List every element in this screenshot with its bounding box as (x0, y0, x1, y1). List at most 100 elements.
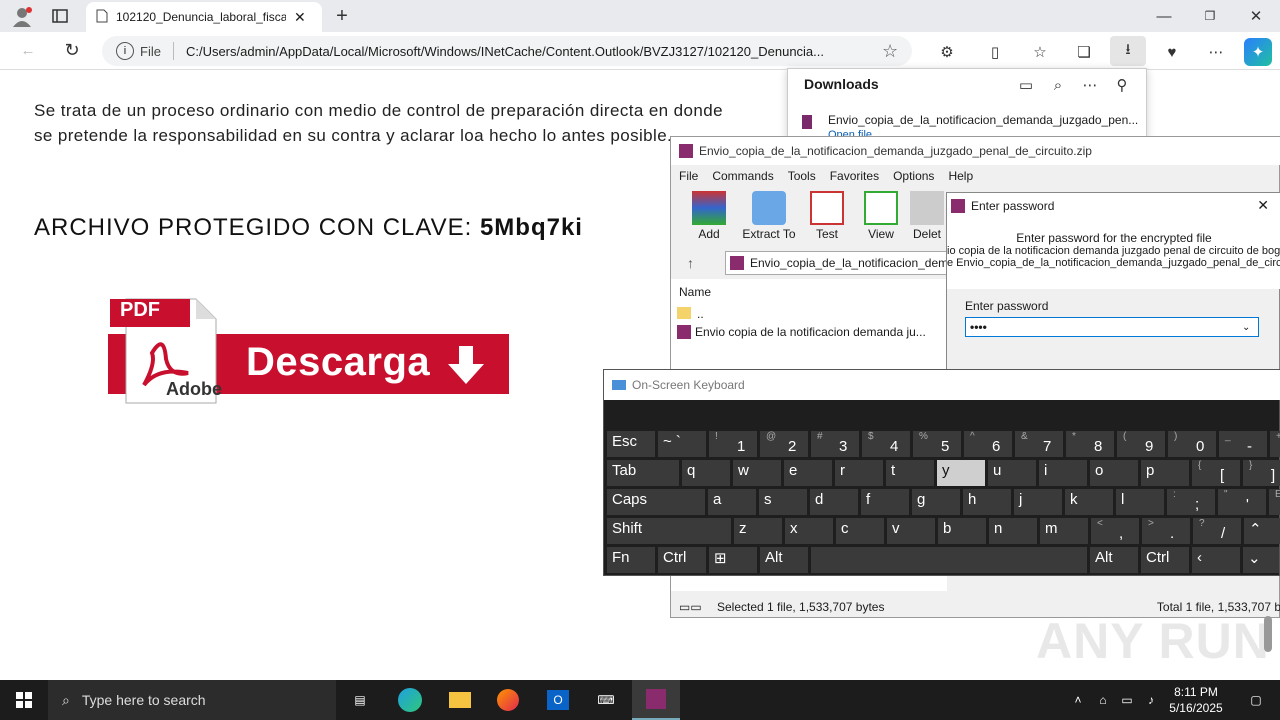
dropdown-icon[interactable]: ⌄ (1242, 322, 1258, 333)
key-shift[interactable]: Shift (607, 518, 731, 544)
key--[interactable]: _ - (1219, 431, 1267, 457)
password-field[interactable]: •••• ⌄ (965, 317, 1259, 337)
search-icon[interactable]: ⌕ (1048, 75, 1068, 95)
performance-icon[interactable]: ♥ (1160, 40, 1184, 64)
volume-icon[interactable]: ♪ (1140, 680, 1162, 720)
up-arrow-icon[interactable]: ↑ (687, 255, 694, 271)
taskbar-search[interactable]: ⌕ Type here to search (48, 680, 336, 720)
info-icon[interactable]: i (116, 42, 134, 60)
edge-icon[interactable] (386, 680, 434, 720)
key-u[interactable]: u (988, 460, 1036, 486)
refresh-icon[interactable]: ↻ (60, 38, 84, 62)
wifi-icon[interactable]: ▭ (1116, 680, 1138, 720)
keyboard-app-icon[interactable]: ⌨ (582, 680, 630, 720)
outlook-icon[interactable]: O (534, 680, 582, 720)
file-explorer-icon[interactable] (436, 680, 484, 720)
key-3[interactable]: #3 (811, 431, 859, 457)
key-g[interactable]: g (912, 489, 960, 515)
key-r[interactable]: r (835, 460, 883, 486)
list-item[interactable]: .. (677, 307, 704, 321)
list-item[interactable]: Envio copia de la notificacion demanda j… (677, 325, 926, 339)
key-bracket[interactable]: }] (1243, 460, 1280, 486)
scrollbar-thumb[interactable] (1264, 616, 1272, 652)
view-button[interactable]: View (853, 191, 909, 245)
key-h[interactable]: h (963, 489, 1011, 515)
pin-icon[interactable]: ⚲ (1112, 75, 1132, 95)
new-tab-icon[interactable]: + (330, 4, 354, 28)
download-item-name[interactable]: Envio_copia_de_la_notificacion_demanda_j… (828, 113, 1138, 127)
key-alt[interactable]: Alt (1090, 547, 1138, 573)
back-icon[interactable]: ← (16, 38, 40, 62)
notifications-icon[interactable]: ▢ (1232, 680, 1280, 720)
minimize-icon[interactable]: — (1152, 4, 1176, 28)
key-9[interactable]: (9 (1117, 431, 1165, 457)
profile-icon[interactable] (10, 4, 34, 28)
key-punct[interactable]: E (1269, 489, 1280, 515)
key-punct[interactable]: ? / (1193, 518, 1241, 544)
key-v[interactable]: v (887, 518, 935, 544)
key-b[interactable]: b (938, 518, 986, 544)
close-window-icon[interactable]: ✕ (1244, 4, 1268, 28)
key-q[interactable]: q (682, 460, 730, 486)
key-6[interactable]: ^ 6 (964, 431, 1012, 457)
menu-favorites[interactable]: Favorites (830, 169, 879, 183)
tray-chevron-icon[interactable]: ˄ (1066, 680, 1090, 720)
network-icon[interactable]: ⌂ (1092, 680, 1114, 720)
collections-icon[interactable]: ❏ (1072, 40, 1096, 64)
key-k[interactable]: k (1065, 489, 1113, 515)
key-alt[interactable]: Alt (760, 547, 808, 573)
key-s[interactable]: s (759, 489, 807, 515)
key-n[interactable]: n (989, 518, 1037, 544)
key-left-arrow[interactable]: ‹ (1192, 547, 1240, 573)
key-y[interactable]: y (937, 460, 985, 486)
menu-options[interactable]: Options (893, 169, 934, 183)
key-4[interactable]: $4 (862, 431, 910, 457)
key-up-arrow[interactable]: ⌃ (1244, 518, 1280, 544)
column-name[interactable]: Name (679, 285, 711, 299)
key-punct[interactable]: <, (1091, 518, 1139, 544)
key-0[interactable]: ) 0 (1168, 431, 1216, 457)
key-windows[interactable]: ⊞ (709, 547, 757, 573)
key-punct[interactable]: :; (1167, 489, 1215, 515)
key-l[interactable]: l (1116, 489, 1164, 515)
menu-commands[interactable]: Commands (712, 169, 773, 183)
key-tab[interactable]: Tab (607, 460, 679, 486)
firefox-icon[interactable] (484, 680, 532, 720)
path-field[interactable]: Envio_copia_de_la_notificacion_dema (725, 251, 951, 275)
key-punct[interactable]: " ' (1218, 489, 1266, 515)
key-punct[interactable]: >. (1142, 518, 1190, 544)
key-ctrl[interactable]: Ctrl (1141, 547, 1189, 573)
key-p[interactable]: p (1141, 460, 1189, 486)
address-bar[interactable]: i File C:/Users/admin/AppData/Local/Micr… (102, 36, 912, 66)
key-m[interactable]: m (1040, 518, 1088, 544)
key-8[interactable]: * 8 (1066, 431, 1114, 457)
task-view-icon[interactable]: ▤ (336, 680, 384, 720)
clock[interactable]: 8:11 PM 5/16/2025 (1164, 684, 1228, 716)
key-1[interactable]: ! 1 (709, 431, 757, 457)
add-button[interactable]: Add (681, 191, 737, 245)
key-down-arrow[interactable]: ⌄ (1243, 547, 1279, 573)
key-f[interactable]: f (861, 489, 909, 515)
favorite-star-icon[interactable]: ☆ (882, 41, 898, 62)
key-t[interactable]: t (886, 460, 934, 486)
close-tab-icon[interactable]: ✕ (294, 9, 306, 26)
key-j[interactable]: j (1014, 489, 1062, 515)
key-w[interactable]: w (733, 460, 781, 486)
key-a[interactable]: a (708, 489, 756, 515)
key-fn[interactable]: Fn (607, 547, 655, 573)
key-7[interactable]: & 7 (1015, 431, 1063, 457)
more-menu-icon[interactable]: ⋯ (1204, 40, 1228, 64)
key-e[interactable]: e (784, 460, 832, 486)
delete-button[interactable]: Delet (907, 191, 947, 245)
key-bracket[interactable]: {[ (1192, 460, 1240, 486)
key-o[interactable]: o (1090, 460, 1138, 486)
key-plus[interactable]: + (1270, 431, 1280, 457)
copilot-icon[interactable]: ✦ (1244, 38, 1272, 66)
folder-icon[interactable]: ▭ (1016, 75, 1036, 95)
tab-actions-icon[interactable] (48, 4, 72, 28)
key-5[interactable]: % 5 (913, 431, 961, 457)
menu-help[interactable]: Help (948, 169, 973, 183)
key-2[interactable]: @2 (760, 431, 808, 457)
more-icon[interactable]: ⋯ (1080, 75, 1100, 95)
key-c[interactable]: c (836, 518, 884, 544)
